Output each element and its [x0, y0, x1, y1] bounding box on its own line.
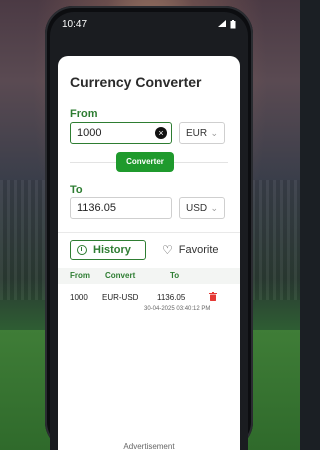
to-amount-input[interactable]: 1136.05: [70, 197, 172, 219]
history-table-header: From Convert To: [58, 268, 240, 284]
row-from: 1000: [70, 293, 88, 302]
chevron-down-icon: ⌄: [210, 202, 218, 213]
tab-favorite-label: Favorite: [178, 244, 219, 256]
tab-history[interactable]: History: [70, 240, 146, 260]
header-convert: Convert: [105, 271, 136, 280]
battery-icon: [230, 19, 236, 28]
table-row: 1000 EUR-USD 1136.05 30-04-2025 03:40:12…: [58, 286, 240, 314]
heart-icon: ♡: [162, 243, 173, 257]
convert-button[interactable]: Converter: [116, 152, 174, 172]
from-amount-value: 1000: [77, 127, 102, 139]
app-title: Currency Converter: [70, 74, 202, 90]
from-currency-value: EUR: [186, 127, 208, 139]
header-from: From: [70, 271, 90, 280]
trash-icon[interactable]: [209, 292, 217, 301]
converter-card: Currency Converter From 1000 × EUR ⌄ Con…: [58, 56, 240, 450]
wifi-icon: [218, 20, 226, 27]
to-currency-value: USD: [186, 202, 208, 214]
status-bar: 10:47: [50, 12, 248, 36]
chevron-down-icon: ⌄: [210, 127, 218, 138]
status-icons: [218, 19, 236, 29]
clear-icon[interactable]: ×: [155, 127, 167, 139]
advertisement-label: Advertisement: [123, 442, 175, 450]
from-amount-input[interactable]: 1000 ×: [70, 122, 172, 144]
from-currency-select[interactable]: EUR ⌄: [179, 122, 225, 144]
phone-screen: 10:47 Currency Converter From 1000 × EUR…: [50, 12, 248, 450]
status-time: 10:47: [62, 18, 88, 30]
phone-frame: 10:47 Currency Converter From 1000 × EUR…: [45, 6, 253, 450]
row-to: 1136.05: [157, 293, 186, 302]
row-convert: EUR-USD: [102, 293, 139, 302]
section-divider: [58, 232, 240, 233]
header-to: To: [170, 271, 180, 280]
row-date: 30-04-2025 03:40:12 PM: [144, 306, 211, 312]
tab-favorite[interactable]: ♡ Favorite: [162, 240, 232, 260]
to-amount-value: 1136.05: [77, 202, 116, 214]
to-label: To: [70, 184, 83, 196]
to-currency-select[interactable]: USD ⌄: [179, 197, 225, 219]
clock-icon: [77, 245, 87, 255]
tab-history-label: History: [93, 244, 131, 256]
from-label: From: [70, 108, 98, 120]
